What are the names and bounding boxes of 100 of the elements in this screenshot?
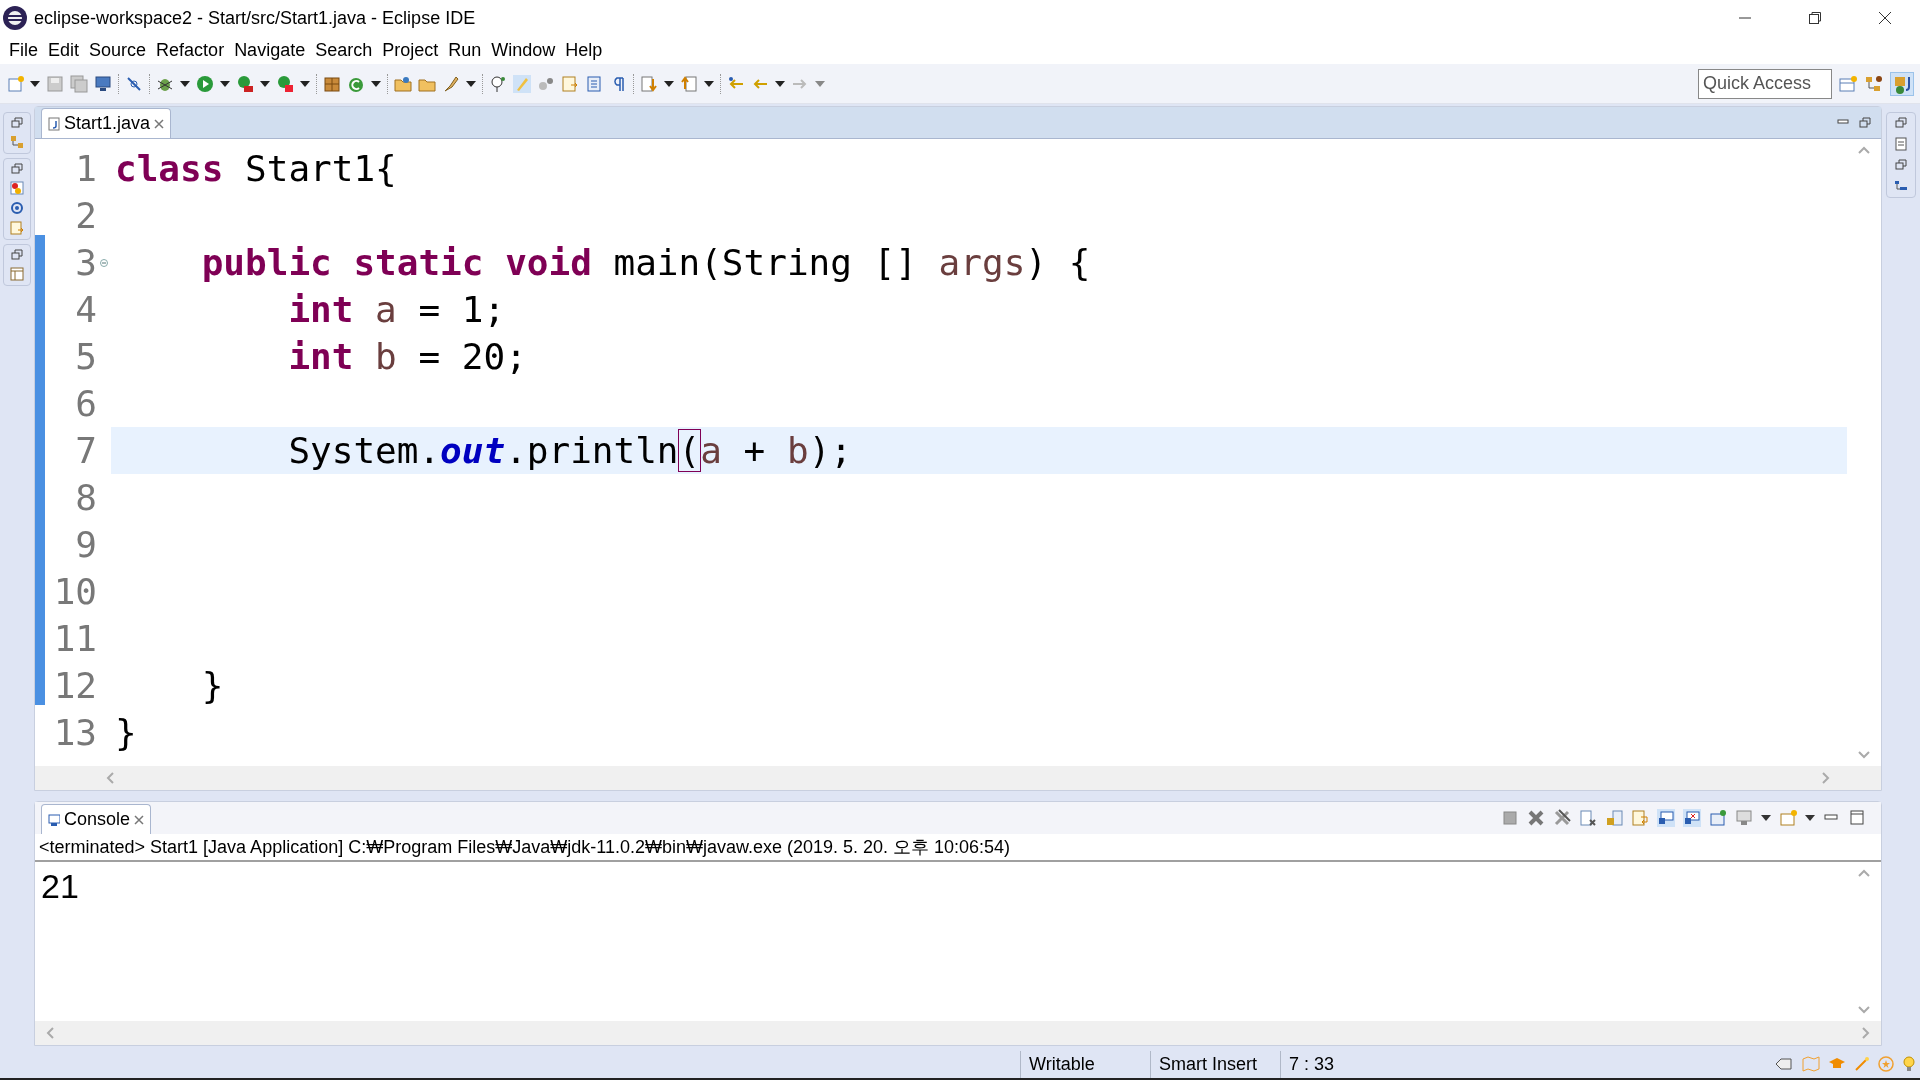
coverage-icon[interactable] <box>236 74 254 93</box>
annotation-icon[interactable] <box>489 74 507 93</box>
caret-icon[interactable] <box>704 80 714 87</box>
line-number: 8 <box>75 477 97 518</box>
restore-icon[interactable] <box>11 117 23 129</box>
java-perspective-icon[interactable] <box>1890 71 1914 96</box>
status-insert-mode: Smart Insert <box>1150 1050 1280 1078</box>
restore-icon[interactable] <box>11 163 23 175</box>
clear-console-icon[interactable] <box>1579 809 1597 827</box>
scroll-down-icon[interactable] <box>1857 1005 1871 1015</box>
window-icon[interactable] <box>10 267 24 281</box>
pin-icon[interactable] <box>1709 809 1727 827</box>
caret-icon[interactable] <box>260 80 270 87</box>
previous-annotation-icon[interactable] <box>680 74 698 93</box>
caret-icon[interactable] <box>300 80 310 87</box>
line-number: 9 <box>75 524 97 565</box>
console-output: 21 <box>40 866 80 907</box>
close-icon[interactable] <box>134 814 145 825</box>
document-icon[interactable] <box>1894 137 1908 151</box>
whitespace-icon[interactable] <box>585 74 603 93</box>
scroll-lock-icon[interactable] <box>1605 809 1623 827</box>
breakpoint-icon[interactable] <box>125 74 143 93</box>
line-number: 4 <box>75 289 97 330</box>
menu-item[interactable]: Window <box>486 36 561 64</box>
declaration-icon[interactable] <box>10 221 24 235</box>
outline-icon[interactable] <box>1894 179 1908 193</box>
menu-item[interactable]: Edit <box>43 36 85 64</box>
display-console-icon[interactable] <box>1735 809 1753 827</box>
minimize-icon[interactable] <box>1837 116 1849 127</box>
console-status-text: <terminated> Start1 [Java Application] C:₩Program Files₩Java₩jdk-11.0.2₩bin₩javaw.exe (2019. 5. 20. 오후 10:06:54) <box>35 834 1881 862</box>
status-mode: Writable <box>1020 1050 1150 1078</box>
caret-icon[interactable] <box>30 80 40 87</box>
ring-icon[interactable] <box>10 201 24 215</box>
java-file-icon <box>48 116 60 131</box>
maximize-icon[interactable] <box>1849 809 1867 827</box>
open-folder-icon[interactable] <box>394 74 412 93</box>
package-icon[interactable] <box>323 74 341 93</box>
run-icon[interactable] <box>196 74 214 93</box>
line-number: 6 <box>75 383 97 424</box>
tab[interactable]: Console <box>41 804 152 834</box>
menu-item[interactable]: Source <box>84 36 152 64</box>
star-badge-icon[interactable] <box>1878 1056 1894 1072</box>
hierarchy-icon[interactable] <box>1864 73 1884 94</box>
status-cursor-position: 7 : 33 <box>1280 1050 1400 1078</box>
line-number: 1 <box>75 148 97 189</box>
restore-icon[interactable] <box>1895 117 1907 129</box>
scroll-up-icon[interactable] <box>1857 868 1871 878</box>
menu-item[interactable]: Navigate <box>229 36 311 64</box>
save-all-icon[interactable] <box>70 74 88 93</box>
caret-icon[interactable] <box>220 80 230 87</box>
caret-icon[interactable] <box>180 80 190 87</box>
show-output-icon[interactable] <box>1657 809 1675 827</box>
scroll-right-icon[interactable] <box>1861 1026 1871 1040</box>
tag-icon[interactable] <box>1774 1056 1794 1072</box>
remove-launch-icon[interactable] <box>1527 809 1545 827</box>
restore-icon[interactable] <box>1895 159 1907 171</box>
lightbulb-icon[interactable] <box>1902 1055 1916 1073</box>
restore-icon[interactable] <box>11 249 23 261</box>
tab[interactable]: Start1.java <box>41 108 172 138</box>
close-icon[interactable] <box>154 118 165 129</box>
scroll-left-icon[interactable] <box>105 771 115 785</box>
caret-icon[interactable] <box>664 80 674 87</box>
external-tools-icon[interactable] <box>276 74 294 93</box>
menu-item[interactable]: Project <box>377 36 444 64</box>
line-number: 11 <box>53 618 97 659</box>
line-number: 7 <box>75 430 97 471</box>
monitor-icon[interactable] <box>94 74 112 93</box>
brush-icon[interactable] <box>442 74 460 93</box>
quick-access-field[interactable]: Quick Access <box>1698 68 1832 99</box>
show-error-icon[interactable] <box>1683 809 1701 827</box>
caret-icon[interactable] <box>371 80 381 87</box>
scroll-right-icon[interactable] <box>1821 771 1831 785</box>
line-number: 2 <box>75 195 97 236</box>
scroll-down-icon[interactable] <box>1857 750 1871 760</box>
app-logo-icon <box>2 5 28 31</box>
console-icon <box>48 812 60 827</box>
menu-item[interactable]: Help <box>560 36 608 64</box>
menu-item[interactable]: Search <box>310 36 378 64</box>
line-number: 3 <box>75 242 97 283</box>
menu-item[interactable]: Run <box>443 36 487 64</box>
word-wrap-icon[interactable] <box>1631 809 1649 827</box>
caret-icon[interactable] <box>775 80 785 87</box>
caret-icon[interactable] <box>466 80 476 87</box>
next-annotation-icon[interactable] <box>640 74 658 93</box>
caret-icon[interactable] <box>1761 815 1771 821</box>
scroll-up-icon[interactable] <box>1857 145 1871 155</box>
caret-icon[interactable] <box>1805 815 1815 821</box>
menu-item[interactable]: Refactor <box>151 36 230 64</box>
remove-all-icon[interactable] <box>1553 809 1571 827</box>
line-number: 5 <box>75 336 97 377</box>
restore-icon <box>1808 11 1822 25</box>
block-selection-icon[interactable] <box>561 74 579 93</box>
menu-item[interactable]: File <box>4 36 43 64</box>
fold-toggle-icon[interactable] <box>100 258 108 267</box>
maximize-icon[interactable] <box>1859 116 1871 129</box>
scroll-left-icon[interactable] <box>45 1026 55 1040</box>
terminate-icon[interactable] <box>1501 809 1519 827</box>
line-number: 13 <box>53 712 97 753</box>
line-number: 12 <box>53 665 97 706</box>
problems-icon[interactable] <box>10 181 24 195</box>
